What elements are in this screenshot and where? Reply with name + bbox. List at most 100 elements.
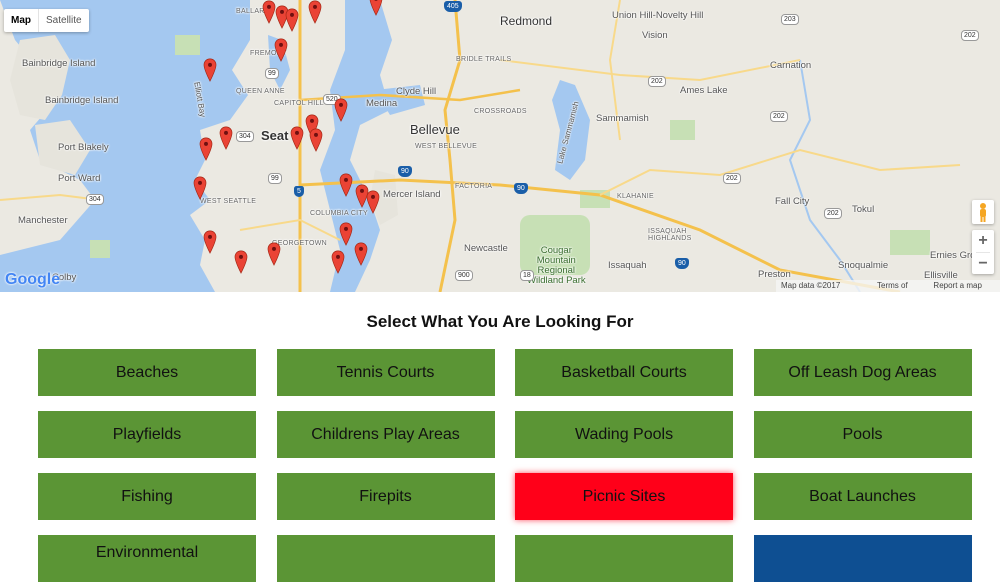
map-label-medina: Medina — [366, 98, 398, 109]
map-pin-icon[interactable] — [219, 126, 233, 150]
map-pin-icon[interactable] — [262, 0, 276, 24]
map-pin-icon[interactable] — [339, 173, 353, 197]
map-label-tokul: Tokul — [852, 204, 875, 215]
map-label-vision: Vision — [642, 30, 668, 41]
map-label-issaquah-highlands: ISSAQUAH HIGHLANDS — [648, 228, 692, 242]
highway-shield-5: 5 — [294, 186, 304, 197]
map-label-carnation: Carnation — [770, 60, 812, 71]
map-pin-icon[interactable] — [309, 128, 323, 152]
map-label-redmond: Redmond — [500, 14, 553, 28]
map-label-ames-lake: Ames Lake — [680, 85, 728, 96]
highway-shield-203: 203 — [781, 14, 799, 25]
highway-shield-900: 900 — [455, 270, 473, 281]
map-pin-icon[interactable] — [334, 98, 348, 122]
map-pin-icon[interactable] — [354, 242, 368, 266]
map-label-bridle-trails: BRIDLE TRAILS — [456, 56, 512, 63]
category-button-environmental[interactable]: Environmental — [38, 535, 256, 582]
category-button-childrens-play-areas[interactable]: Childrens Play Areas — [276, 411, 495, 458]
map-label-factoria: FACTORIA — [455, 183, 493, 190]
map-pin-icon[interactable] — [234, 250, 248, 274]
category-button-pools[interactable]: Pools — [753, 411, 972, 458]
category-button-picnic-sites[interactable]: Picnic Sites — [515, 473, 733, 520]
map-label-capitol-hill: CAPITOL HILL — [274, 100, 324, 107]
map-label-crossroads: CROSSROADS — [474, 108, 527, 115]
map-pin-icon[interactable] — [193, 176, 207, 200]
map-label-port-ward: Port Ward — [58, 173, 101, 184]
highway-shield-90-b: 90 — [514, 183, 528, 194]
highway-shield-90: 90 — [398, 166, 412, 177]
map-type-satellite-button[interactable]: Satellite — [39, 9, 89, 32]
highway-shield-202-e: 202 — [961, 30, 979, 41]
zoom-out-button[interactable]: − — [972, 253, 994, 274]
highway-shield-202-b: 202 — [770, 111, 788, 122]
category-button-item-15[interactable] — [753, 535, 972, 582]
highway-shield-90-c: 90 — [675, 258, 689, 269]
map-label-fall-city: Fall City — [775, 196, 810, 207]
map-view[interactable]: Redmond Union Hill-Novelty Hill Bainbrid… — [0, 0, 1000, 292]
map-pin-icon[interactable] — [203, 58, 217, 82]
map-label-klahanie: KLAHANIE — [617, 193, 655, 200]
map-label-west-bellevue: WEST BELLEVUE — [415, 143, 478, 150]
terms-of-use-link[interactable]: Terms of Use — [877, 280, 923, 292]
map-pin-icon[interactable] — [308, 0, 322, 24]
highway-shield-304-b: 304 — [86, 194, 104, 205]
map-data-credit: Map data ©2017 Google — [781, 281, 841, 290]
category-button-beaches[interactable]: Beaches — [38, 349, 256, 396]
map-label-clyde-hill: Clyde Hill — [396, 86, 437, 97]
map-label-bainbridge-island-2: Bainbridge Island — [45, 95, 119, 106]
map-type-control: Map Satellite — [4, 9, 89, 32]
section-heading: Select What You Are Looking For — [366, 312, 634, 331]
map-label-sammamish: Sammamish — [596, 113, 649, 124]
highway-shield-202-c: 202 — [723, 173, 741, 184]
map-label-newcastle: Newcastle — [464, 243, 508, 254]
category-button-item-13[interactable] — [276, 535, 495, 582]
map-label-bellevue: Bellevue — [410, 122, 460, 137]
map-pin-icon[interactable] — [203, 230, 217, 254]
map-label-manchester: Manchester — [18, 215, 68, 226]
map-pin-icon[interactable] — [267, 242, 281, 266]
category-button-off-leash-dog-areas[interactable]: Off Leash Dog Areas — [753, 349, 972, 396]
map-pin-icon[interactable] — [369, 0, 383, 16]
highway-shield-202-d: 202 — [824, 208, 842, 219]
category-button-basketball-courts[interactable]: Basketball Courts — [515, 349, 733, 396]
map-label-union-hill: Union Hill-Novelty Hill — [612, 10, 704, 21]
highway-shield-405: 405 — [444, 1, 462, 12]
highway-shield-18: 18 — [520, 270, 534, 281]
map-label-mercer-island: Mercer Island — [383, 189, 441, 200]
highway-shield-99-b: 99 — [265, 68, 279, 79]
map-label-issaquah: Issaquah — [608, 260, 647, 271]
zoom-control: + − — [972, 230, 994, 274]
report-map-error-link[interactable]: Report a map error — [933, 280, 1000, 292]
map-pin-icon[interactable] — [285, 8, 299, 32]
map-label-port-blakely: Port Blakely — [58, 142, 109, 153]
map-pin-icon[interactable] — [290, 126, 304, 150]
pegman-icon — [980, 203, 986, 222]
zoom-in-button[interactable]: + — [972, 230, 994, 252]
map-pin-icon[interactable] — [274, 38, 288, 62]
highway-shield-304: 304 — [236, 131, 254, 142]
highway-shield-202: 202 — [648, 76, 666, 87]
map-attribution: Map data ©2017 Google Terms of Use Repor… — [776, 280, 1000, 292]
map-label-queen-anne: QUEEN ANNE — [236, 88, 285, 95]
map-pin-icon[interactable] — [199, 137, 213, 161]
map-pin-icon[interactable] — [331, 250, 345, 274]
google-logo: Google — [5, 271, 61, 288]
map-label-west-seattle: WEST SEATTLE — [200, 198, 257, 205]
map-label-preston: Preston — [758, 269, 791, 280]
highway-shield-99: 99 — [268, 173, 282, 184]
map-label-snoqualmie: Snoqualmie — [838, 260, 889, 271]
category-button-firepits[interactable]: Firepits — [276, 473, 495, 520]
street-view-pegman[interactable] — [972, 200, 994, 224]
map-label-bainbridge-island: Bainbridge Island — [22, 58, 96, 69]
category-button-fishing[interactable]: Fishing — [38, 473, 256, 520]
category-button-tennis-courts[interactable]: Tennis Courts — [276, 349, 495, 396]
category-button-playfields[interactable]: Playfields — [38, 411, 256, 458]
map-pin-icon[interactable] — [339, 222, 353, 246]
category-button-wading-pools[interactable]: Wading Pools — [515, 411, 733, 458]
map-pin-icon[interactable] — [366, 190, 380, 214]
category-button-boat-launches[interactable]: Boat Launches — [753, 473, 972, 520]
map-label-seattle: Seat — [261, 128, 289, 143]
category-button-item-14[interactable] — [515, 535, 733, 582]
map-label-cougar-mountain: Cougar Mountain Regional Wildland Park — [527, 245, 586, 286]
map-type-map-button[interactable]: Map — [4, 9, 39, 32]
